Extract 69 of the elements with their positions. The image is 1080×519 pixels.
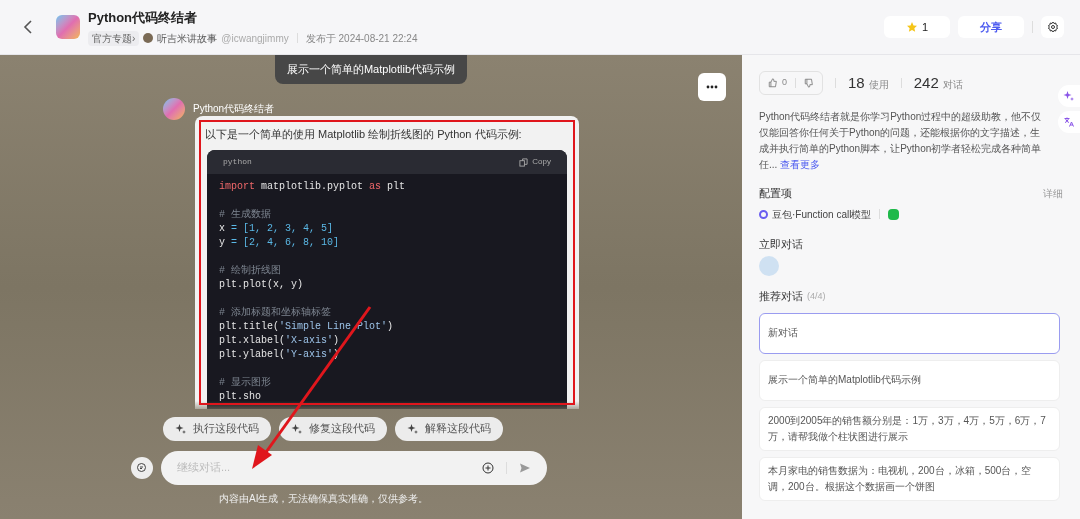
bot-avatar [163,97,185,120]
sparkle-icon [175,422,187,435]
official-tag[interactable]: 官方专题› [88,30,140,46]
thumbs-up-icon [768,78,778,88]
author-handle: @icwangjimmy [221,31,289,46]
settings-icon [1046,21,1059,33]
author-avatar [143,33,154,44]
chats-count: 242 [913,72,939,93]
favorite-button[interactable]: 1 [884,16,950,38]
sparkle-icon [407,422,419,435]
see-more-link[interactable]: 查看更多 [780,159,821,170]
more-button[interactable] [698,73,726,101]
bot-avatar [56,15,80,39]
add-icon[interactable] [482,461,494,474]
code-line: y = [2, 4, 6, 8, 10] [219,236,340,250]
code-line: # 生成数据 [219,208,271,222]
recommended-prompt[interactable]: 展示一个简单的Matplotlib代码示例 [759,359,1060,401]
back-icon [23,20,33,34]
chat-icon [136,461,148,474]
config-title: 配置项 [759,186,792,201]
translate-button[interactable] [1058,111,1080,133]
dislike-button[interactable] [804,78,814,88]
star-icon [905,21,918,33]
code-language: python [223,156,252,168]
suggestion-chip[interactable]: 解释这段代码 [395,416,503,441]
recommended-prompt[interactable]: 2000到2005年的销售额分别是：1万，3万，4万，5万，6万，7万，请帮我做个柱状图进行展示 [759,406,1060,451]
recommended-title: 推荐对话 [759,289,803,304]
message-intro: 以下是一个简单的使用 Matplotlib 绘制折线图的 Python 代码示例: [204,126,523,142]
model-icon [759,209,768,219]
thumbs-down-icon [804,78,814,88]
author-name[interactable]: 听吉米讲故事 [157,30,218,46]
recommended-prompt[interactable]: 新对话 [759,312,1060,354]
code-line: plt.xlabel('X-axis') [219,334,340,348]
chat-now-title: 立即对话 [759,236,804,252]
bot-name: Python代码终结者 [193,102,275,116]
model-name: 豆包·Function call模型 [772,207,872,222]
translate-icon [1063,116,1075,128]
ai-disclaimer: 内容由AI生成，无法确保真实准确，仅供参考。 [219,491,430,506]
code-line: import matplotlib.pyplot as plt [219,180,406,194]
chats-label: 对话 [942,77,963,92]
code-line: # 显示图形 [219,376,271,390]
send-icon[interactable] [519,461,531,474]
code-line: plt.plot(x, y) [219,278,303,292]
suggestion-chip[interactable]: 修复这段代码 [279,416,387,441]
new-chat-button[interactable] [131,456,153,479]
user-avatar [759,256,779,276]
settings-button[interactable] [1041,16,1064,38]
uses-count: 18 [848,72,865,93]
code-line: # 绘制折线图 [219,264,281,278]
sparkle-icon [291,422,303,435]
user-message: 展示一个简单的Matplotlib代码示例 [274,55,468,84]
ai-sparkle-button[interactable] [1058,85,1080,107]
code-line: plt.sho [219,390,261,404]
copy-button[interactable]: Copy [519,156,551,168]
plugin-icon [888,208,900,220]
code-line: x = [1, 2, 3, 4, 5] [219,222,334,236]
recommended-prompt[interactable]: 本月家电的销售数据为：电视机，200台，冰箱，500台，空调，200台。根据这个数据画一个饼图 [759,456,1060,501]
bot-title: Python代码终结者 [88,9,199,28]
suggestion-chip[interactable]: 执行这段代码 [163,416,271,441]
bot-description: Python代码终结者就是你学习Python过程中的超级助教，他不仅仅能回答你任何关于Python的问题，还能根据你的文字描述，生成并执行简单的Python脚本，让Python初学者轻松完成各种简单任... 查看更多 [759,110,1043,172]
recommended-count: (4/4) [807,289,826,303]
sparkle-icon [1063,90,1075,102]
uses-label: 使用 [868,77,889,92]
share-button[interactable]: 分享 [958,16,1024,38]
more-icon [706,85,718,89]
copy-icon [519,157,529,167]
publish-date: 发布于 2024-08-21 22:24 [305,31,418,46]
like-button[interactable]: 0 [768,76,787,90]
code-line: # 添加标题和坐标轴标签 [219,306,331,320]
